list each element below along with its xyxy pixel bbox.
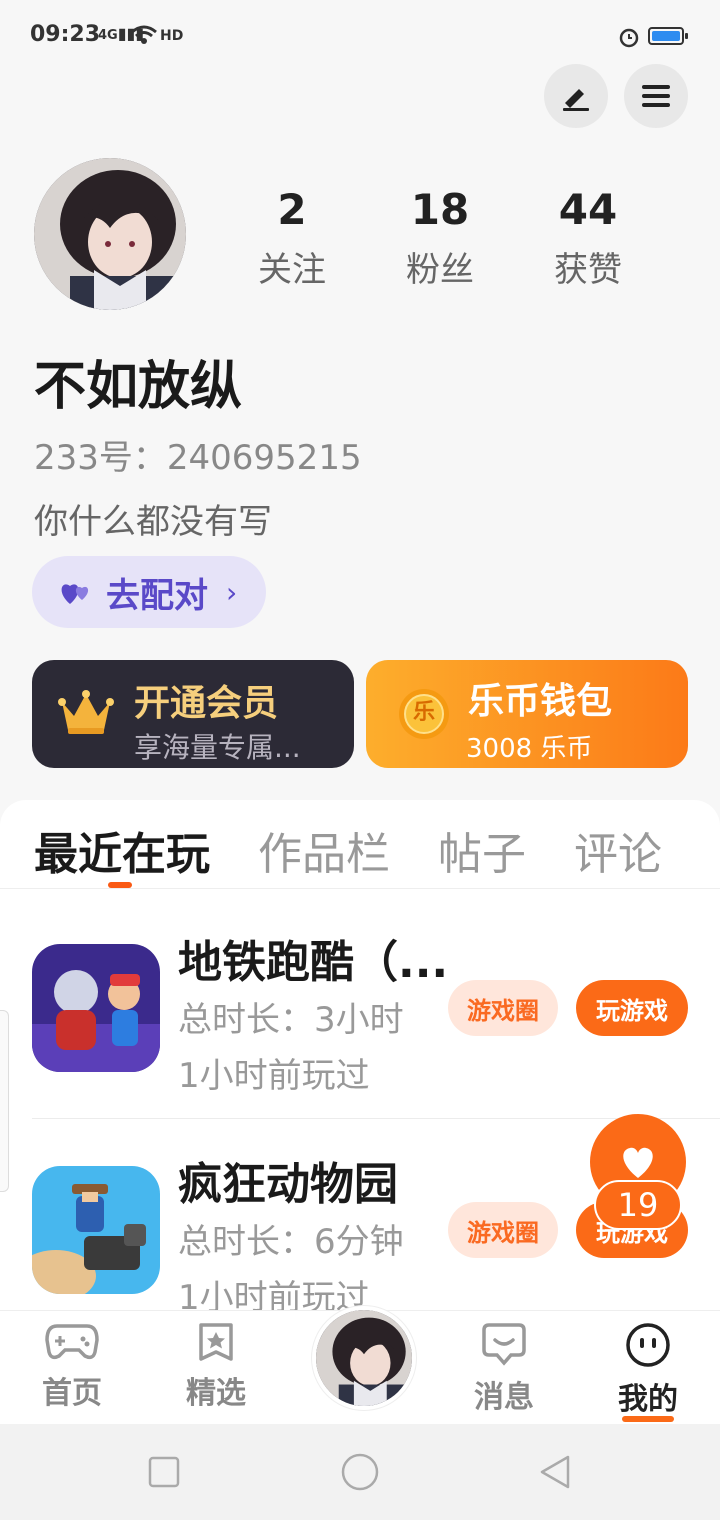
game-name[interactable]: 地铁跑酷（... — [178, 926, 448, 990]
game-circle-button[interactable]: 游戏圈 — [448, 980, 558, 1036]
bio[interactable]: 你什么都没有写 — [34, 494, 272, 543]
vip-card[interactable]: 开通会员 享海量专属... — [32, 660, 354, 768]
likes-stat[interactable]: 44 获赞 — [528, 186, 648, 291]
status-time: 09:23 — [30, 22, 101, 47]
game-circle-button[interactable]: 游戏圈 — [448, 1202, 558, 1258]
wallet-title: 乐币钱包 — [468, 681, 613, 722]
nav-mine-text: 我的 — [618, 1382, 678, 1417]
game-image — [32, 1166, 160, 1294]
avatar-image — [316, 1310, 412, 1406]
hearts-icon — [61, 584, 89, 604]
wallet-balance: 3008 乐币 — [466, 734, 593, 764]
crown-icon — [58, 690, 114, 734]
pair-label: 去配对 — [106, 575, 208, 616]
star-bookmark-icon — [199, 1323, 233, 1361]
back-icon[interactable] — [538, 1454, 572, 1490]
fans-stat[interactable]: 18 粉丝 — [380, 186, 500, 291]
fans-label: 粉丝 — [406, 250, 474, 290]
alarm-icon — [619, 28, 639, 48]
avatar[interactable] — [34, 158, 186, 310]
nav-home-label: 首页 — [42, 1376, 102, 1411]
following-stat[interactable]: 2 关注 — [232, 186, 352, 291]
network-type: 4G — [98, 28, 118, 43]
vip-subtitle: 享海量专属... — [134, 731, 301, 764]
game-duration: 总时长：3小时 — [178, 1000, 404, 1040]
game-icon-subway[interactable] — [32, 944, 160, 1072]
following-count: 2 — [277, 185, 307, 234]
user-id[interactable]: 233号：240695215 — [34, 430, 362, 479]
game-name[interactable]: 疯狂动物园 — [178, 1148, 398, 1212]
edge-handle[interactable] — [0, 1010, 9, 1192]
game-duration: 总时长：6分钟 — [178, 1222, 404, 1262]
chevron-right-icon: › — [226, 575, 238, 609]
system-nav-bar — [0, 1424, 720, 1520]
tab-divider — [0, 888, 720, 889]
vip-title: 开通会员 — [134, 683, 279, 724]
center-avatar-button[interactable] — [312, 1306, 416, 1410]
likes-count: 44 — [558, 185, 618, 234]
menu-icon — [642, 85, 670, 107]
following-label: 关注 — [258, 250, 326, 290]
wallet-card[interactable]: 乐 乐币钱包 3008 乐币 — [366, 660, 688, 768]
gamepad-icon — [45, 1324, 99, 1360]
battery-icon — [648, 27, 688, 45]
nav-featured[interactable]: 精选 — [156, 1322, 276, 1412]
face-icon — [626, 1323, 670, 1367]
active-underline — [622, 1416, 674, 1422]
tab-recently-played[interactable]: 最近在玩 — [34, 818, 210, 882]
nav-home[interactable]: 首页 — [12, 1322, 132, 1412]
game-last-played: 1小时前玩过 — [178, 1056, 370, 1096]
hd-badge: HD — [160, 28, 184, 44]
nav-featured-label: 精选 — [186, 1376, 246, 1411]
nav-messages-label: 消息 — [474, 1380, 534, 1415]
home-icon[interactable] — [340, 1452, 380, 1492]
avatar-image — [34, 158, 186, 310]
nickname: 不如放纵 — [34, 357, 243, 417]
status-bar: 09:23 4G▮▮▮ HD — [0, 0, 720, 76]
pair-button[interactable]: 去配对 › — [32, 556, 266, 628]
coin-glyph: 乐 — [412, 700, 435, 725]
play-game-button[interactable]: 玩游戏 — [576, 980, 688, 1036]
game-image — [32, 944, 160, 1072]
heart-icon — [623, 1147, 653, 1178]
nav-mine[interactable]: 我的 — [588, 1322, 708, 1422]
like-count-badge[interactable]: 19 — [594, 1180, 682, 1230]
wifi-icon — [131, 25, 157, 44]
recents-icon[interactable] — [148, 1456, 180, 1488]
tab-comments[interactable]: 评论 — [574, 818, 662, 882]
fans-count: 18 — [410, 185, 470, 234]
nav-messages[interactable]: 消息 — [444, 1322, 564, 1416]
chat-bubble-icon — [482, 1323, 526, 1366]
pencil-icon — [563, 89, 589, 111]
menu-button[interactable] — [624, 64, 688, 128]
nav-mine-label: 我的 — [588, 1374, 708, 1422]
tab-posts[interactable]: 帖子 — [438, 818, 526, 882]
edit-profile-button[interactable] — [544, 64, 608, 128]
tab-works[interactable]: 作品栏 — [258, 818, 390, 882]
game-icon-zoo[interactable] — [32, 1166, 160, 1294]
likes-label: 获赞 — [554, 250, 622, 290]
